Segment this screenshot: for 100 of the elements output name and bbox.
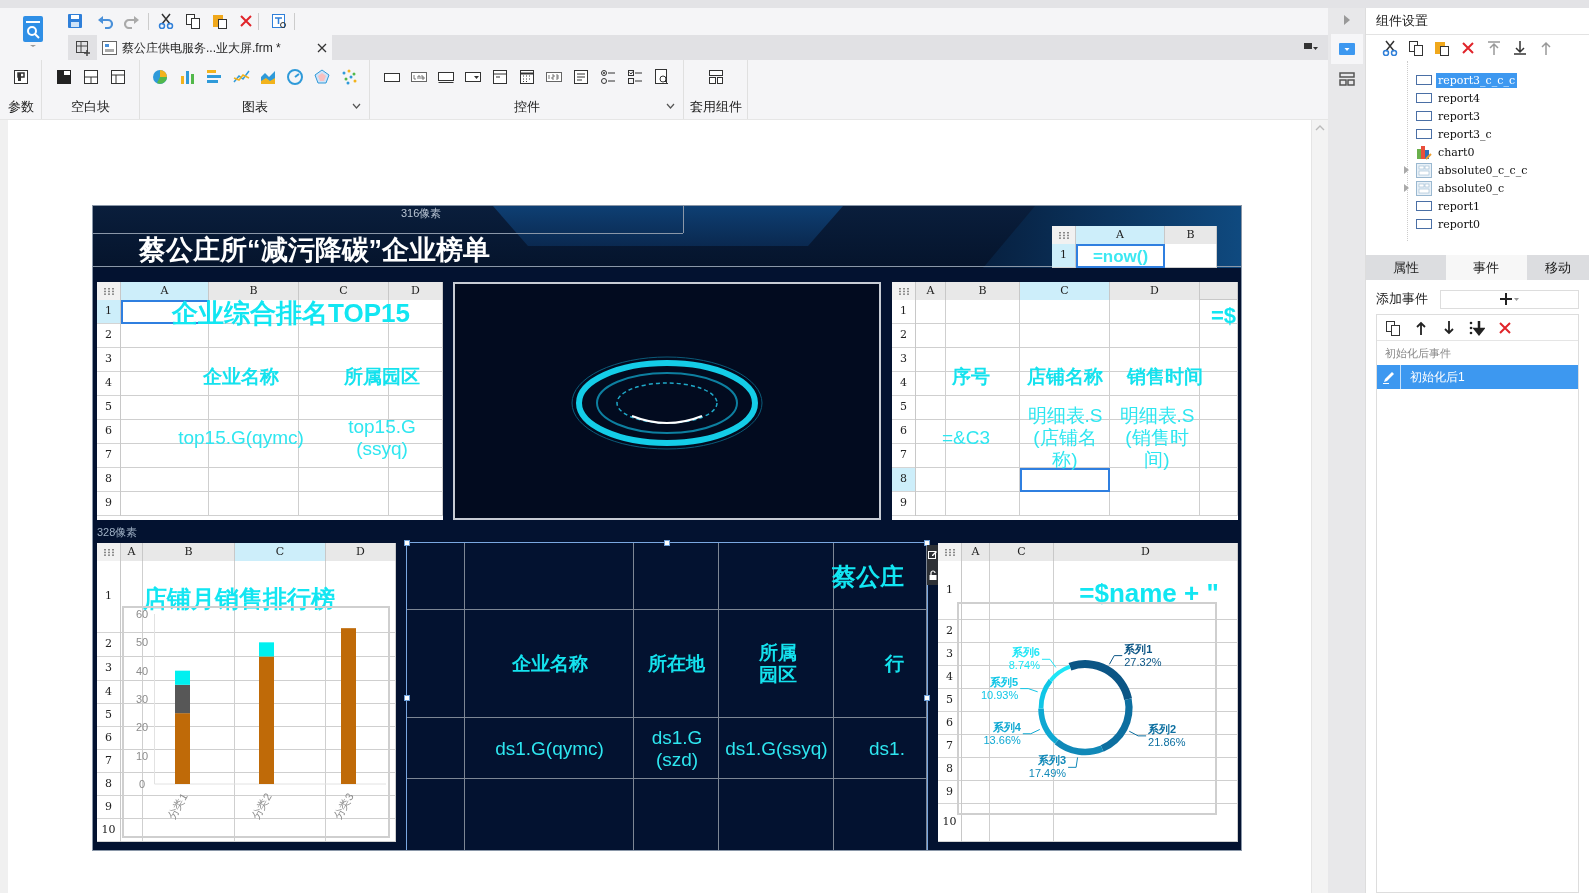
resize-handle[interactable] <box>664 540 670 546</box>
select-all-icon[interactable] <box>944 548 955 556</box>
tree-item[interactable]: report1 <box>1436 198 1483 214</box>
editor-tab[interactable]: 蔡公庄供电服务...业大屏.frm * <box>97 35 332 60</box>
column-header[interactable]: D <box>326 543 396 561</box>
column-header[interactable]: C <box>990 543 1054 561</box>
column-header[interactable]: D <box>389 282 443 300</box>
cell-text: 企业名称 <box>511 653 588 675</box>
lock-icon[interactable] <box>928 569 937 580</box>
leader-line <box>1067 756 1079 768</box>
select-all-icon[interactable] <box>898 287 909 295</box>
column-header[interactable]: D <box>1110 282 1200 300</box>
save-icon[interactable] <box>67 13 83 29</box>
cut-icon[interactable] <box>1382 40 1398 56</box>
column-header[interactable]: A <box>962 543 990 561</box>
column-header[interactable]: C <box>235 543 326 561</box>
cell-text: =now() <box>1092 247 1149 265</box>
tree-item[interactable]: report3_c <box>1436 126 1494 142</box>
column-header[interactable]: B <box>209 282 299 300</box>
move-to-end-icon[interactable] <box>1469 319 1485 336</box>
select-all-icon[interactable] <box>1058 231 1069 239</box>
bar-chart-icon[interactable] <box>178 68 196 86</box>
text-area-icon[interactable] <box>571 68 590 86</box>
move-bottom-icon[interactable] <box>1512 40 1528 56</box>
column-header[interactable]: A <box>121 543 143 561</box>
caret-icon[interactable] <box>666 103 675 109</box>
column-header[interactable]: D <box>1054 543 1238 561</box>
caret-icon[interactable] <box>352 103 361 109</box>
edit-icon[interactable] <box>928 550 937 560</box>
calendar-icon[interactable] <box>517 68 536 86</box>
gauge-icon[interactable] <box>286 68 304 86</box>
move-top-icon[interactable] <box>1486 40 1502 56</box>
width-label: 316像素 <box>401 206 442 221</box>
tree-item[interactable]: chart0 <box>1436 144 1477 160</box>
delete-icon[interactable] <box>1497 319 1513 336</box>
container-icon <box>1416 180 1432 196</box>
tree-item[interactable]: report4 <box>1436 90 1483 106</box>
delete-icon[interactable] <box>1460 40 1476 56</box>
pie-chart-icon[interactable] <box>151 68 169 86</box>
select-all-icon[interactable] <box>103 548 114 556</box>
axis-tick-label: 50 <box>135 636 149 649</box>
search-preview-icon[interactable] <box>652 68 671 86</box>
report-sheet[interactable]: A B C D 1 2 3 4 5 6 7 8 9 =$ 序号 店铺名称 销售时间 =&C3 明细表.S(店铺名称) 明细表.S(销售时间) <box>892 282 1238 520</box>
cut-icon[interactable] <box>158 13 174 29</box>
column-header[interactable]: A <box>916 282 946 300</box>
panel-tab[interactable]: 属性 <box>1366 255 1446 280</box>
horizontal-bar-icon[interactable] <box>205 68 223 86</box>
copy-icon[interactable] <box>1408 40 1424 56</box>
column-header[interactable]: C <box>299 282 389 300</box>
resize-handle[interactable] <box>404 540 410 546</box>
widget-settings-button[interactable] <box>1330 34 1363 64</box>
resize-handle[interactable] <box>924 694 930 701</box>
row-header[interactable]: 1 <box>1052 244 1075 268</box>
tab-block-icon[interactable] <box>108 68 127 86</box>
layout-icon[interactable] <box>1338 72 1355 86</box>
tree-item[interactable]: report0 <box>1436 216 1483 232</box>
resize-handle[interactable] <box>924 540 930 546</box>
report-icon <box>1416 108 1432 124</box>
arrow-down-icon[interactable] <box>1441 319 1457 336</box>
column-header[interactable]: B <box>1165 226 1217 244</box>
dropdown-menu-icon[interactable] <box>1304 42 1318 52</box>
split-block-icon[interactable] <box>81 68 100 86</box>
row-header[interactable]: 8 <box>892 468 915 492</box>
checkbox-group-icon[interactable] <box>625 68 644 86</box>
layout-template-icon[interactable] <box>706 68 725 86</box>
image-widget[interactable] <box>453 282 881 520</box>
preview-icon[interactable] <box>271 13 287 29</box>
column-header[interactable]: A <box>1076 226 1165 244</box>
tree-item[interactable]: absolute0_c <box>1436 180 1507 196</box>
report-sheet[interactable]: A C D 1 2 3 4 5 6 7 8 9 10 =$name + " 系列1 27.32% 系列2 21.86% 系列3 17.49% 系列4 13.66% 系列5 10.93% 系列6 8.74% <box>938 543 1238 842</box>
delete-icon[interactable] <box>238 13 254 29</box>
select-all-icon[interactable] <box>103 287 114 295</box>
column-header[interactable]: A <box>121 282 209 300</box>
column-header[interactable]: B <box>946 282 1020 300</box>
paste-icon[interactable] <box>1434 40 1450 56</box>
leader-line <box>1128 730 1147 737</box>
ribbon-group-label: 参数 <box>7 97 34 116</box>
undo-icon[interactable] <box>97 13 113 29</box>
series-label: 系列3 <box>1038 754 1067 767</box>
radio-group-icon[interactable] <box>598 68 617 86</box>
grid-add-icon[interactable] <box>75 39 91 56</box>
copy-icon[interactable] <box>185 13 201 29</box>
parameter-icon[interactable] <box>11 68 30 86</box>
cell-text: 明细表.S(销售时间) <box>1118 405 1196 471</box>
copy-icon[interactable] <box>1385 319 1401 336</box>
report-designer-icon[interactable] <box>21 14 45 48</box>
solid-block-icon[interactable] <box>54 68 73 86</box>
panel-tab[interactable]: 事件 <box>1445 255 1528 280</box>
report-sheet[interactable]: A B 1 =now() <box>1052 226 1217 268</box>
tree-item[interactable]: absolute0_c_c_c <box>1436 162 1530 178</box>
panel-tab[interactable]: 移动 <box>1527 255 1589 280</box>
paste-icon[interactable] <box>212 13 228 29</box>
scatter-chart-icon[interactable] <box>340 68 358 86</box>
column-header[interactable]: C <box>1020 282 1110 300</box>
close-icon[interactable] <box>317 42 327 53</box>
row-header[interactable]: 1 <box>97 300 120 324</box>
tree-item[interactable]: report3 <box>1436 108 1483 124</box>
resize-handle[interactable] <box>404 694 410 701</box>
column-header[interactable]: B <box>143 543 235 561</box>
date-field-icon[interactable] <box>490 68 509 86</box>
